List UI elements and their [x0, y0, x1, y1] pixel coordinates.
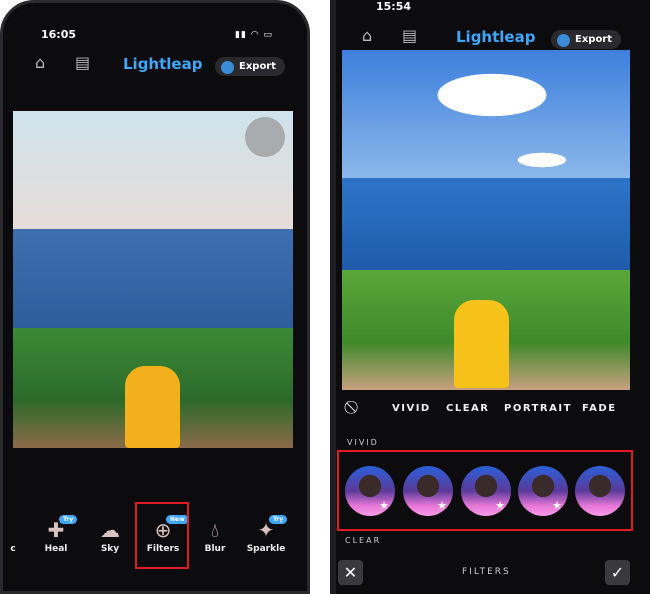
app-logo: Lightleap	[456, 28, 536, 46]
home-icon[interactable]: ⌂	[362, 26, 372, 45]
try-badge: Try	[269, 515, 288, 524]
tool-label: Heal	[44, 544, 68, 554]
status-time: 15:54	[376, 0, 412, 13]
export-label: Export	[239, 61, 277, 72]
tool-label: Blur	[204, 544, 226, 554]
status-icons: ▮▮ ◠ ▭	[235, 30, 273, 40]
tool-heal[interactable]: ✚ Try Heal	[31, 515, 81, 554]
app-logo: Lightleap	[123, 55, 203, 73]
section-clear: CLEAR	[345, 536, 382, 545]
highlight-filters	[135, 502, 189, 569]
tool-blur[interactable]: 💧︎ Blur	[190, 518, 240, 554]
tool-partial[interactable]: c	[3, 518, 23, 554]
highlight-vivid-thumbs	[337, 450, 633, 531]
photo-canvas[interactable]	[342, 50, 630, 390]
drop-icon: 💧︎	[211, 518, 219, 542]
section-vivid: VIVID	[347, 438, 379, 447]
panel-title: FILTERS	[462, 567, 511, 577]
tool-label: c	[10, 544, 16, 554]
tool-sparkle[interactable]: ✦ Try Sparkle	[241, 515, 291, 554]
status-time: 16:05	[41, 28, 77, 41]
check-icon: ✓	[610, 563, 625, 582]
photo-canvas[interactable]	[13, 111, 293, 448]
tab-portrait[interactable]: PORTRAIT	[504, 403, 572, 414]
tool-label: Sparkle	[246, 544, 286, 554]
try-badge: Try	[59, 515, 78, 524]
export-button[interactable]: Export	[215, 57, 286, 76]
close-icon: ✕	[343, 563, 358, 582]
tab-fade[interactable]: FADE	[582, 403, 617, 414]
library-icon[interactable]: ▤	[402, 26, 417, 45]
apply-button[interactable]: ✓	[605, 560, 630, 585]
cancel-button[interactable]: ✕	[338, 560, 363, 585]
export-button[interactable]: Export	[551, 30, 622, 49]
export-icon	[221, 61, 234, 74]
tab-clear[interactable]: CLEAR	[446, 403, 489, 414]
tool-label: Sky	[100, 544, 120, 554]
home-icon[interactable]: ⌂	[35, 53, 45, 72]
export-icon	[557, 34, 570, 47]
tab-vivid[interactable]: VIVID	[392, 403, 431, 414]
tool-sky[interactable]: ☁ Sky	[85, 518, 135, 554]
library-icon[interactable]: ▤	[75, 53, 90, 72]
touch-handle[interactable]	[245, 117, 285, 157]
export-label: Export	[575, 34, 613, 45]
cloud-icon: ☁	[100, 518, 120, 542]
